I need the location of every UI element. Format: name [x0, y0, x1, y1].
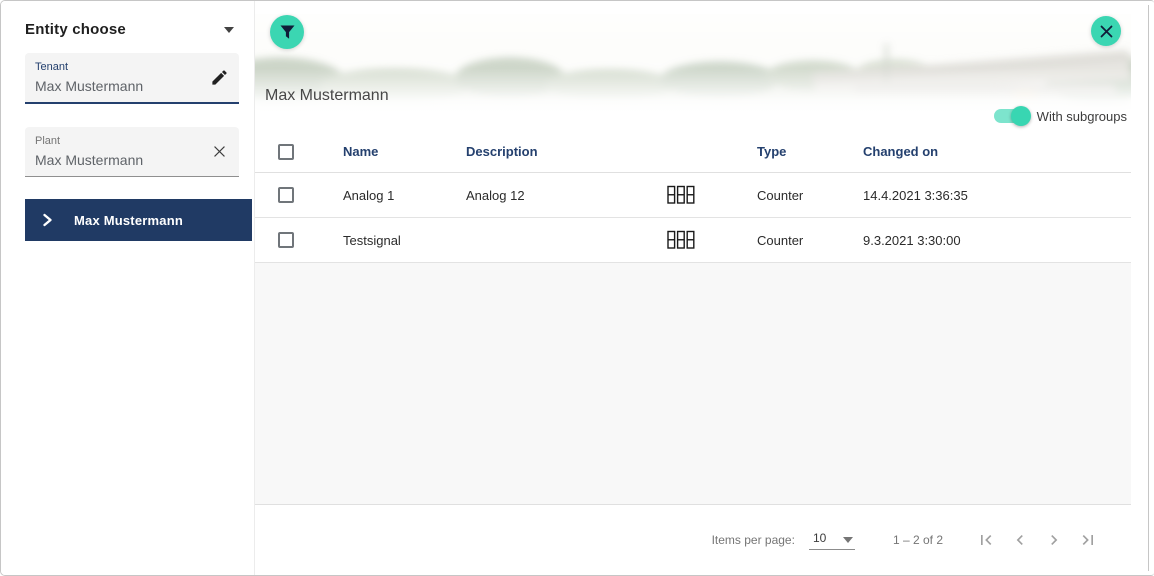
- seven-segment-display-icon: [667, 185, 757, 205]
- plant-field[interactable]: Plant Max Mustermann: [25, 127, 239, 177]
- next-page-button[interactable]: [1037, 523, 1071, 557]
- row-checkbox[interactable]: [278, 232, 294, 248]
- page-size-select[interactable]: 10: [809, 531, 855, 550]
- cell-name: Testsignal: [343, 233, 466, 248]
- header-photo: Max Mustermann: [255, 14, 1131, 113]
- subgroups-toggle-row: With subgroups: [994, 102, 1127, 130]
- cell-changed-on: 9.3.2021 3:30:00: [863, 233, 1131, 248]
- chevron-right-icon: [1044, 530, 1064, 550]
- column-header-description: Description: [466, 144, 667, 159]
- entity-title: Max Mustermann: [265, 87, 389, 105]
- tenant-field-value: Max Mustermann: [35, 76, 229, 96]
- signals-table: Name Description Type Changed on Analog …: [255, 131, 1131, 263]
- window-right-border: [1148, 5, 1149, 571]
- toggle-knob: [1011, 106, 1031, 126]
- cell-name: Analog 1: [343, 188, 466, 203]
- sidebar-item-max-mustermann[interactable]: Max Mustermann: [25, 199, 252, 241]
- select-caret-icon: [843, 537, 853, 543]
- cell-type: Counter: [757, 233, 863, 248]
- table-row[interactable]: Analog 1 Analog 12 Counter 14.4.2021 3:3…: [255, 173, 1131, 218]
- close-button[interactable]: [1091, 16, 1121, 46]
- previous-page-button[interactable]: [1003, 523, 1037, 557]
- entity-detail-panel: Max Mustermann With subgroups Name Descr…: [255, 1, 1131, 574]
- plant-field-label: Plant: [35, 134, 229, 148]
- clear-x-icon: [211, 143, 228, 160]
- tenant-field[interactable]: Tenant Max Mustermann: [25, 53, 239, 104]
- last-page-icon: [1078, 530, 1098, 550]
- filter-button[interactable]: [270, 15, 304, 49]
- close-x-icon: [1100, 25, 1113, 38]
- column-header-changed-on: Changed on: [863, 144, 1131, 159]
- with-subgroups-label: With subgroups: [1037, 109, 1127, 124]
- plant-field-value: Max Mustermann: [35, 150, 229, 170]
- cell-type: Counter: [757, 188, 863, 203]
- pencil-icon: [210, 68, 229, 87]
- first-page-icon: [976, 530, 996, 550]
- items-per-page-label: Items per page:: [712, 533, 795, 547]
- row-checkbox[interactable]: [278, 187, 294, 203]
- sidebar-item-label: Max Mustermann: [74, 213, 183, 228]
- tenant-field-label: Tenant: [35, 60, 229, 74]
- plant-clear-button[interactable]: [207, 140, 231, 164]
- column-header-type: Type: [757, 144, 863, 159]
- last-page-button[interactable]: [1071, 523, 1105, 557]
- seven-segment-display-icon: [667, 230, 757, 250]
- select-all-checkbox[interactable]: [278, 144, 294, 160]
- entity-choose-dialog: Entity choose Tenant Max Mustermann Plan…: [0, 0, 1154, 576]
- collapse-caret-icon[interactable]: [224, 27, 234, 33]
- page-size-value: 10: [813, 531, 826, 545]
- empty-content-area: [255, 263, 1131, 505]
- cell-description: Analog 12: [466, 188, 667, 203]
- with-subgroups-toggle[interactable]: [994, 109, 1028, 123]
- filter-funnel-icon: [279, 24, 296, 41]
- chevron-left-icon: [1010, 530, 1030, 550]
- sidebar-title: Entity choose: [25, 21, 126, 38]
- entity-sidebar: Entity choose Tenant Max Mustermann Plan…: [1, 1, 255, 575]
- page-range-label: 1 – 2 of 2: [893, 533, 943, 547]
- pager-controls: [969, 523, 1105, 557]
- paginator: Items per page: 10 1 – 2 of 2: [255, 506, 1131, 574]
- table-header-row: Name Description Type Changed on: [255, 131, 1131, 173]
- sidebar-header: Entity choose: [1, 1, 254, 38]
- first-page-button[interactable]: [969, 523, 1003, 557]
- column-header-name: Name: [343, 144, 466, 159]
- cell-changed-on: 14.4.2021 3:36:35: [863, 188, 1131, 203]
- chevron-right-icon: [42, 213, 53, 227]
- tenant-edit-button[interactable]: [207, 66, 231, 90]
- table-row[interactable]: Testsignal Counter 9.3.2021 3:30:00: [255, 218, 1131, 263]
